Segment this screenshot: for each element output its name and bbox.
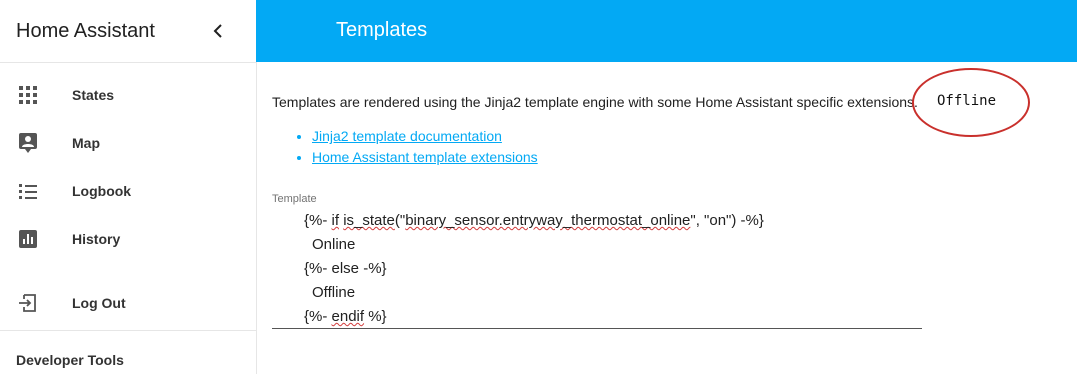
template-line: Offline bbox=[312, 284, 356, 301]
list-item: Home Assistant template extensions bbox=[312, 147, 538, 168]
sidebar-item-logbook[interactable]: Logbook bbox=[0, 167, 256, 215]
exit-icon bbox=[18, 293, 38, 313]
code-token: {%- bbox=[304, 308, 332, 325]
doc-links: Jinja2 template documentation Home Assis… bbox=[272, 126, 538, 168]
template-line: Online bbox=[312, 236, 356, 253]
list-icon bbox=[18, 181, 38, 201]
chart-icon bbox=[18, 229, 38, 249]
code-token: {%- bbox=[304, 212, 332, 229]
sidebar-header: Home Assistant bbox=[0, 0, 256, 63]
sidebar-item-label: Logbook bbox=[72, 183, 132, 199]
sidebar: Home Assistant States Map Logbook Histor… bbox=[0, 0, 257, 374]
sidebar-item-logout[interactable]: Log Out bbox=[0, 279, 256, 327]
sidebar-item-label: States bbox=[72, 87, 115, 103]
list-item: Jinja2 template documentation bbox=[312, 126, 538, 147]
ha-template-extensions-link[interactable]: Home Assistant template extensions bbox=[312, 149, 538, 165]
code-token: is_state bbox=[343, 212, 395, 229]
template-result: Offline bbox=[937, 93, 997, 109]
page-title: Templates bbox=[336, 19, 428, 41]
sidebar-section-title: Developer Tools bbox=[16, 352, 124, 368]
sidebar-item-label: History bbox=[72, 231, 121, 247]
template-line: {%- else -%} bbox=[304, 260, 387, 277]
template-editor[interactable]: {%- if is_state("binary_sensor.entryway_… bbox=[272, 208, 922, 329]
main-content: Templates are rendered using the Jinja2 … bbox=[272, 62, 1077, 374]
intro-text: Templates are rendered using the Jinja2 … bbox=[272, 94, 918, 110]
jinja2-docs-link[interactable]: Jinja2 template documentation bbox=[312, 128, 502, 144]
code-token: binary_sensor.entryway_thermostat_online bbox=[405, 212, 691, 229]
account-box-icon bbox=[18, 133, 38, 153]
sidebar-item-history[interactable]: History bbox=[0, 215, 256, 263]
template-line: {%- endif %} bbox=[304, 308, 387, 325]
code-token: ", "on") -%} bbox=[690, 212, 764, 229]
code-token: %} bbox=[364, 308, 387, 325]
sidebar-item-map[interactable]: Map bbox=[0, 119, 256, 167]
grid-icon bbox=[18, 85, 38, 105]
chevron-left-icon[interactable] bbox=[206, 19, 230, 43]
app-title: Home Assistant bbox=[16, 19, 155, 42]
toolbar: Templates bbox=[256, 0, 1077, 62]
template-line: {%- if is_state("binary_sensor.entryway_… bbox=[304, 212, 764, 229]
sidebar-item-states[interactable]: States bbox=[0, 71, 256, 119]
sidebar-divider bbox=[0, 330, 256, 331]
code-token: (" bbox=[394, 212, 406, 229]
sidebar-item-label: Log Out bbox=[72, 295, 126, 311]
sidebar-item-label: Map bbox=[72, 135, 100, 151]
template-label: Template bbox=[272, 193, 317, 205]
code-token: endif bbox=[331, 308, 365, 325]
code-token: if bbox=[331, 212, 340, 229]
